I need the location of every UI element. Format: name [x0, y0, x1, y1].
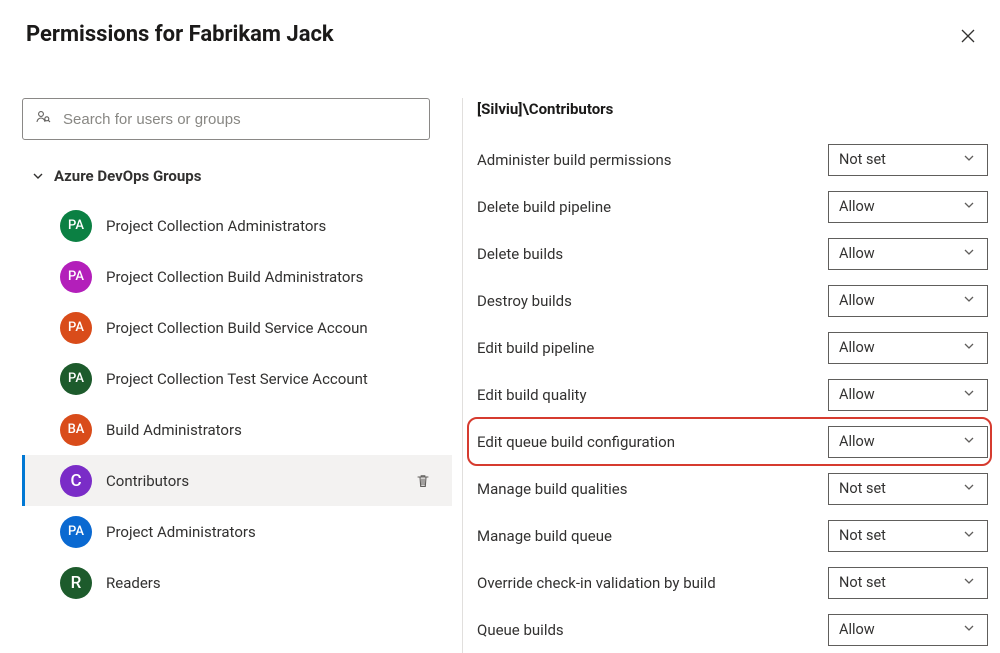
permission-select[interactable]: Allow — [828, 426, 988, 458]
chevron-down-icon — [963, 480, 977, 497]
group-item[interactable]: PA Project Collection Administrators — [22, 200, 452, 251]
chevron-down-icon — [963, 621, 977, 638]
close-button[interactable] — [954, 22, 982, 50]
group-item[interactable]: BA Build Administrators — [22, 404, 452, 455]
chevron-down-icon — [963, 245, 977, 262]
avatar: C — [60, 465, 92, 497]
group-label: Project Collection Build Service Accoun — [106, 319, 436, 337]
permission-value: Not set — [839, 151, 886, 168]
section-header-groups[interactable]: Azure DevOps Groups — [22, 152, 452, 200]
permission-select[interactable]: Allow — [828, 379, 988, 411]
chevron-down-icon — [963, 574, 977, 591]
chevron-down-icon — [963, 339, 977, 356]
permission-label: Override check-in validation by build — [477, 574, 828, 592]
group-item[interactable]: PA Project Collection Test Service Accoun… — [22, 353, 452, 404]
permission-row: Destroy builds Allow — [477, 277, 988, 324]
main-content: Azure DevOps Groups PA Project Collection… — [0, 98, 1000, 653]
person-search-icon — [35, 109, 53, 129]
group-label: Readers — [106, 574, 436, 592]
permission-value: Allow — [839, 198, 875, 215]
page-title: Permissions for Fabrikam Jack — [26, 22, 334, 47]
right-panel: [Silviu]\Contributors Administer build p… — [463, 98, 1000, 653]
avatar: BA — [60, 414, 92, 446]
permission-row: Queue builds Allow — [477, 606, 988, 653]
delete-group-button[interactable] — [410, 473, 436, 489]
chevron-down-icon — [963, 151, 977, 168]
group-item[interactable]: PA Project Collection Build Administrator… — [22, 251, 452, 302]
permission-label: Administer build permissions — [477, 151, 828, 169]
chevron-down-icon — [963, 198, 977, 215]
permission-row: Edit build pipeline Allow — [477, 324, 988, 371]
section-title: Azure DevOps Groups — [54, 167, 201, 185]
permission-label: Manage build qualities — [477, 480, 828, 498]
avatar: PA — [60, 312, 92, 344]
trash-icon — [415, 473, 431, 489]
permission-value: Allow — [839, 339, 875, 356]
permission-label: Manage build queue — [477, 527, 828, 545]
permission-select[interactable]: Not set — [828, 473, 988, 505]
avatar: R — [60, 567, 92, 599]
permission-value: Not set — [839, 527, 886, 544]
permission-select[interactable]: Not set — [828, 520, 988, 552]
permission-row: Edit build quality Allow — [477, 371, 988, 418]
avatar: PA — [60, 210, 92, 242]
group-label: Project Administrators — [106, 523, 436, 541]
permission-select[interactable]: Not set — [828, 144, 988, 176]
group-list: PA Project Collection Administrators PA Pro… — [22, 200, 452, 608]
permission-value: Allow — [839, 245, 875, 262]
search-input[interactable] — [61, 110, 417, 129]
permission-label: Delete builds — [477, 245, 828, 263]
permission-row: Administer build permissions Not set — [477, 136, 988, 183]
permission-label: Destroy builds — [477, 292, 828, 310]
group-item[interactable]: PA Project Administrators — [22, 506, 452, 557]
permission-value: Allow — [839, 621, 875, 638]
permission-value: Not set — [839, 574, 886, 591]
dialog-header: Permissions for Fabrikam Jack — [0, 0, 1000, 98]
permission-select[interactable]: Allow — [828, 285, 988, 317]
selected-group-title: [Silviu]\Contributors — [477, 98, 988, 118]
avatar: PA — [60, 516, 92, 548]
permission-select[interactable]: Allow — [828, 238, 988, 270]
group-label: Project Collection Test Service Account — [106, 370, 436, 388]
avatar: PA — [60, 261, 92, 293]
permission-list: Administer build permissions Not set Delet… — [477, 136, 988, 653]
permission-label: Delete build pipeline — [477, 198, 828, 216]
chevron-down-icon — [963, 433, 977, 450]
permission-value: Not set — [839, 480, 886, 497]
permission-select[interactable]: Allow — [828, 191, 988, 223]
permission-label: Edit queue build configuration — [477, 433, 828, 451]
avatar: PA — [60, 363, 92, 395]
permission-value: Allow — [839, 386, 875, 403]
group-item[interactable]: C Contributors — [22, 455, 452, 506]
chevron-down-icon — [963, 386, 977, 403]
search-input-wrapper[interactable] — [22, 98, 430, 140]
chevron-down-icon — [22, 170, 54, 182]
chevron-down-icon — [963, 527, 977, 544]
permission-row: Delete builds Allow — [477, 230, 988, 277]
group-item[interactable]: PA Project Collection Build Service Accou… — [22, 302, 452, 353]
left-panel: Azure DevOps Groups PA Project Collection… — [0, 98, 452, 653]
permission-label: Edit build pipeline — [477, 339, 828, 357]
permission-row: Override check-in validation by build Not… — [477, 559, 988, 606]
group-item[interactable]: R Readers — [22, 557, 452, 608]
permission-row: Delete build pipeline Allow — [477, 183, 988, 230]
permission-value: Allow — [839, 433, 875, 450]
permission-row: Manage build qualities Not set — [477, 465, 988, 512]
permission-row: Manage build queue Not set — [477, 512, 988, 559]
group-label: Project Collection Build Administrators — [106, 268, 436, 286]
permission-select[interactable]: Allow — [828, 332, 988, 364]
chevron-down-icon — [963, 292, 977, 309]
group-label: Build Administrators — [106, 421, 436, 439]
permission-select[interactable]: Allow — [828, 614, 988, 646]
permission-select[interactable]: Not set — [828, 567, 988, 599]
permission-label: Edit build quality — [477, 386, 828, 404]
permission-label: Queue builds — [477, 621, 828, 639]
group-label: Project Collection Administrators — [106, 217, 436, 235]
close-icon — [961, 29, 975, 43]
group-label: Contributors — [106, 472, 410, 490]
permission-value: Allow — [839, 292, 875, 309]
permission-row: Edit queue build configuration Allow — [477, 418, 988, 465]
